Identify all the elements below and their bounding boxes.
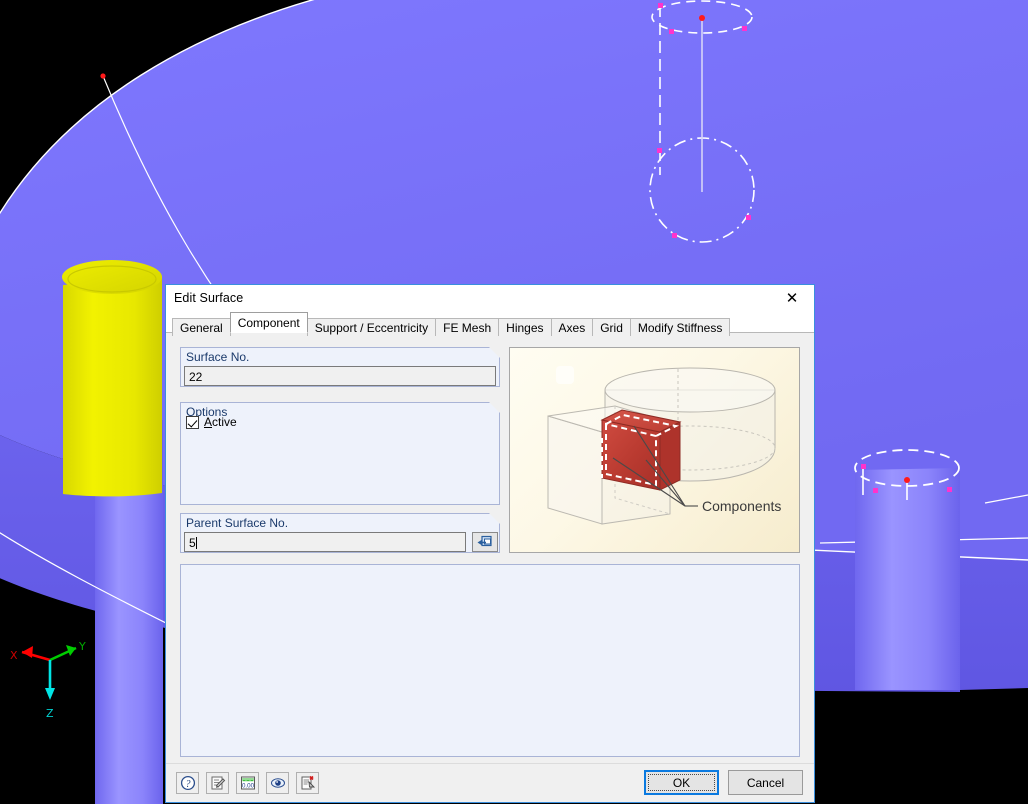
active-checkbox-row[interactable]: Active [186,415,237,429]
component-illustration: Components [509,347,800,553]
dialog-title: Edit Surface [174,291,243,305]
tab-support-eccentricity[interactable]: Support / Eccentricity [307,318,436,336]
group-corner-notch [489,402,500,413]
group-corner-notch [489,513,500,524]
active-checkbox[interactable] [186,416,199,429]
cancel-button[interactable]: Cancel [728,770,803,795]
tab-axes[interactable]: Axes [551,318,594,336]
dialog-titlebar: Edit Surface ✕ [166,285,814,312]
tab-hinges[interactable]: Hinges [498,318,551,336]
svg-text:0.00: 0.00 [241,783,254,790]
group-corner-notch [489,347,500,358]
component-diagram: Components [510,348,800,553]
close-icon[interactable]: ✕ [770,285,814,312]
tab-grid[interactable]: Grid [592,318,631,336]
svg-text:Y: Y [78,640,86,653]
edit-surface-dialog: Edit Surface ✕ General Component Support… [165,284,815,803]
dialog-footer: ? 0.00 [166,763,814,802]
eye-icon[interactable] [266,772,289,794]
active-checkbox-label: Active [204,415,237,429]
edit-note-icon[interactable] [206,772,229,794]
tab-general[interactable]: General [172,318,231,336]
help-icon[interactable]: ? [176,772,199,794]
help-glyph: ? [180,775,196,791]
ok-button-label: OK [673,776,690,790]
svg-text:?: ? [185,779,190,790]
text-caret [196,537,197,549]
accel-rest: ctive [212,415,237,429]
tab-component[interactable]: Component [230,312,308,333]
select-parent-surface-button[interactable] [472,532,498,552]
units-glyph: 0.00 [240,775,256,791]
surface-no-label: Surface No. [186,350,249,364]
components-annotation-text: Components [702,498,781,514]
illustration-highlight [556,366,574,384]
report-icon[interactable] [296,772,319,794]
dialog-content: Surface No. 22 Options Active Parent Sur… [166,333,814,802]
parent-surface-no-label: Parent Surface No. [186,516,288,530]
eye-glyph [270,775,286,791]
accel-letter: A [204,415,212,429]
units-icon[interactable]: 0.00 [236,772,259,794]
svg-text:Z: Z [46,707,54,720]
report-glyph [300,775,316,791]
cancel-button-label: Cancel [747,776,784,790]
tab-bar: General Component Support / Eccentricity… [166,312,814,333]
note-pencil-glyph [210,775,226,791]
component-details-panel[interactable] [180,564,800,757]
tab-modify-stiffness[interactable]: Modify Stiffness [630,318,730,336]
parent-surface-no-input[interactable]: 5 [184,532,466,552]
svg-text:X: X [10,649,18,662]
pick-arrow-icon [477,535,493,549]
surface-no-input[interactable]: 22 [184,366,496,386]
ok-button[interactable]: OK [644,770,719,795]
tab-fe-mesh[interactable]: FE Mesh [435,318,499,336]
